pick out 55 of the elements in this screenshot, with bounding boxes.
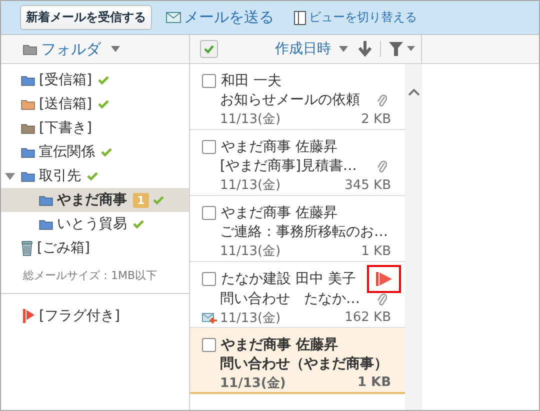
mail-date: 11/13(金) (220, 374, 286, 392)
folder-item[interactable]: いとう貿易 (1, 212, 189, 236)
folder-item[interactable]: 取引先 (1, 164, 189, 188)
flag-icon (23, 309, 35, 323)
mail-date: 11/13(金) (220, 111, 281, 128)
sort-menu[interactable]: 作成日時 (275, 40, 348, 58)
mail-date: 11/13(金) (220, 177, 281, 194)
caret-icon (339, 46, 348, 52)
mail-size: 1 KB (357, 375, 391, 390)
mail-subject: お知らせメールの依頼 (220, 90, 360, 109)
mail-subject: 問い合わせ（やまだ商事） (220, 354, 388, 372)
mail-sender: やまだ商事 佐藤昇 (221, 204, 338, 222)
mail-size: 2 KB (361, 112, 391, 127)
folder-item[interactable]: [下書き] (1, 116, 189, 140)
mail-sender: 和田 一夫 (221, 72, 282, 90)
receive-mail-button[interactable]: 新着メールを受信する (20, 5, 152, 30)
folder-item[interactable]: やまだ商事 1 (1, 188, 189, 212)
flagged-folder-item[interactable]: [フラグ付き] (1, 304, 189, 328)
select-all-checkbox-icon (200, 40, 218, 58)
trash-can-icon (21, 240, 33, 256)
filter-icon[interactable] (389, 42, 415, 56)
mail-subject: [やまだ商事]見積書… (220, 156, 357, 175)
panel-icon (294, 10, 306, 24)
scroll-up-icon (408, 88, 420, 96)
mail-sender: やまだ商事 佐藤昇 (221, 138, 338, 156)
mail-checkbox[interactable] (202, 338, 216, 352)
mail-checkbox[interactable] (202, 206, 216, 220)
mail-subject: 問い合わせ たなか… (220, 290, 360, 308)
mail-subject: ご連絡：事務所移転のお… (220, 222, 388, 241)
mail-date: 11/13(金) (220, 243, 281, 260)
folder-item[interactable]: [送信箱] (1, 92, 189, 116)
switch-view-link[interactable]: ビューを切り替える (294, 9, 417, 26)
send-mail-link[interactable]: メールを送る (166, 8, 274, 27)
down-arrow-icon[interactable] (358, 41, 372, 57)
folder-item[interactable]: [受信箱] (1, 68, 189, 92)
mail-item[interactable]: やまだ商事 佐藤昇 問い合わせ（やまだ商事） 11/13(金) 1 KB (190, 328, 405, 394)
mail-sender: たなか建設 田中 美子 (221, 270, 356, 288)
mail-checkbox[interactable] (202, 140, 216, 154)
flag-icon[interactable] (376, 272, 392, 286)
mail-size: 162 KB (344, 310, 391, 325)
folder-menu[interactable]: フォルダ (23, 40, 120, 58)
mail-date: 11/13(金) (220, 310, 281, 326)
envelope-icon (166, 12, 181, 23)
mail-checkbox[interactable] (202, 74, 216, 88)
folder-item[interactable]: [ごみ箱] (1, 236, 189, 260)
folder-icon (23, 44, 37, 54)
mail-size: 1 KB (361, 244, 391, 259)
mail-size: 345 KB (344, 178, 391, 193)
unread-count-badge: 1 (133, 192, 149, 208)
caret-icon (111, 46, 120, 52)
folder-item[interactable]: 宣伝関係 (1, 140, 189, 164)
mail-checkbox[interactable] (202, 272, 216, 286)
total-mail-size: 総メールサイズ：1MB以下 (22, 268, 158, 284)
mail-sender: やまだ商事 佐藤昇 (221, 336, 338, 354)
collapse-triangle-icon[interactable] (5, 171, 15, 181)
